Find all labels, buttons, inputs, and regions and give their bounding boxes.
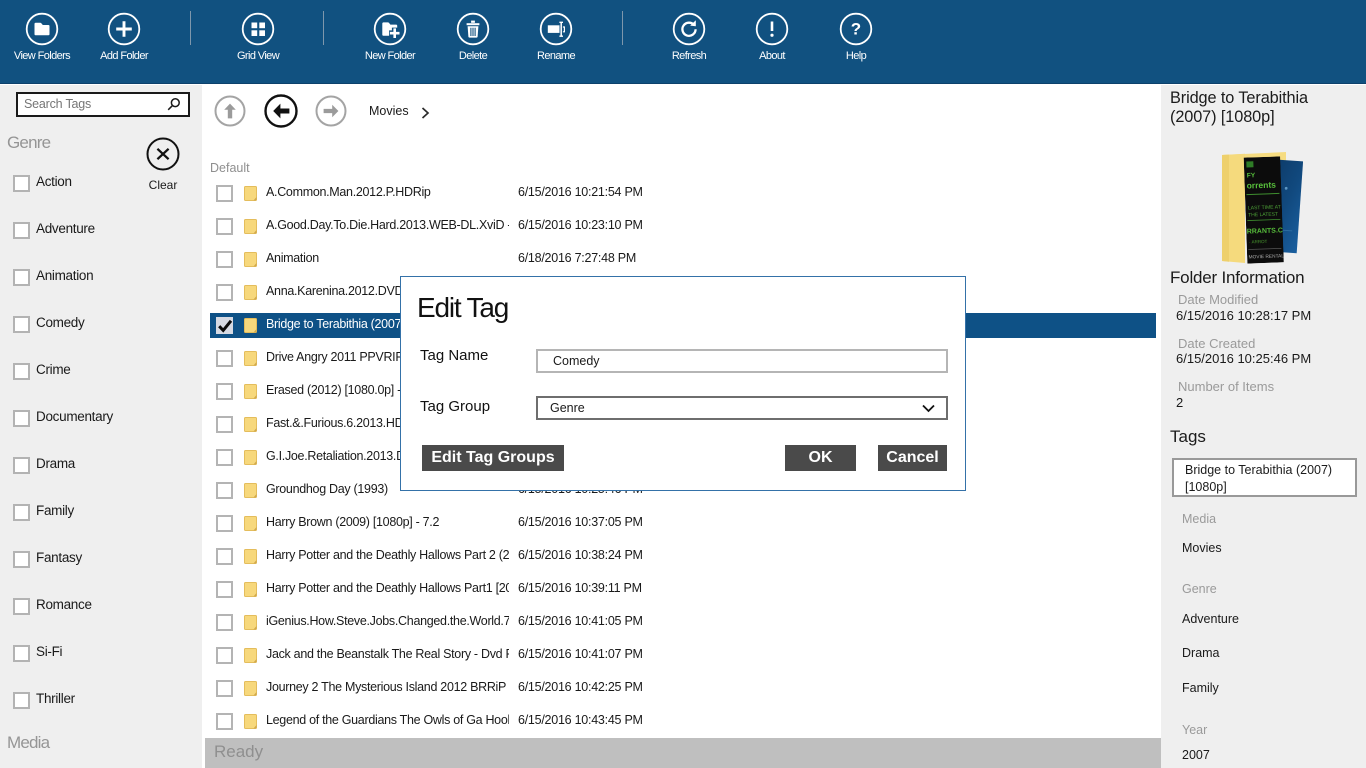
svg-text:MOVIE RENTAL: MOVIE RENTAL	[1249, 253, 1285, 260]
svg-text:orrents: orrents	[1246, 180, 1276, 191]
svg-text:LAST TIME AT: LAST TIME AT	[1248, 204, 1281, 211]
svg-text:FY: FY	[1247, 172, 1256, 179]
svg-text:THE LATEST: THE LATEST	[1248, 211, 1278, 218]
svg-text:?: ?	[851, 20, 861, 39]
svg-text:· ARROT: · ARROT	[1249, 239, 1268, 245]
